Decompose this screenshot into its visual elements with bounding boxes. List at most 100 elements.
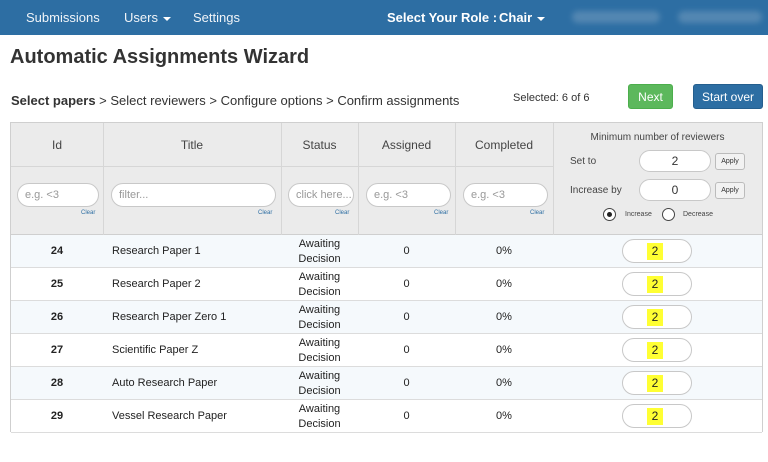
caret-down-icon	[537, 16, 546, 21]
step-select-reviewers: Select reviewers	[110, 93, 206, 108]
min-reviewers-value: 2	[647, 276, 663, 293]
paper-status: Awaiting Decision	[298, 304, 341, 331]
paper-status: Awaiting Decision	[298, 337, 341, 364]
min-reviewers-value: 2	[647, 408, 663, 425]
step-configure-options: Configure options	[220, 93, 323, 108]
paper-id: 25	[50, 278, 64, 290]
header-status[interactable]: Status	[281, 138, 358, 152]
paper-id: 24	[50, 245, 64, 257]
caret-down-icon	[162, 16, 171, 21]
status-filter-clear-link[interactable]: Clear	[335, 210, 349, 216]
paper-id: 28	[50, 377, 64, 389]
paper-title: Research Paper 1	[112, 245, 201, 257]
nav-submissions[interactable]: Submissions	[26, 0, 100, 35]
paper-id: 26	[50, 311, 64, 323]
id-filter-input[interactable]: e.g. <3	[17, 183, 99, 207]
nav-settings[interactable]: Settings	[193, 0, 240, 35]
paper-assigned-count: 0	[403, 377, 410, 389]
decrease-radio[interactable]	[662, 208, 675, 221]
table-row[interactable]: 29 Vessel Research Paper Awaiting Decision…	[11, 400, 762, 433]
set-to-label: Set to	[570, 156, 597, 167]
step-confirm-assignments: Confirm assignments	[337, 93, 460, 108]
role-dropdown[interactable]: Chair	[499, 0, 546, 35]
nav-users-label: Users	[124, 10, 158, 25]
min-reviewers-input[interactable]: 2	[622, 404, 692, 428]
paper-id: 27	[50, 344, 64, 356]
id-filter-clear-link[interactable]: Clear	[81, 210, 95, 216]
min-reviewers-input[interactable]: 2	[622, 239, 692, 263]
status-filter-input[interactable]: click here...	[288, 183, 354, 207]
paper-assigned-count: 0	[403, 245, 410, 257]
wizard-steps: Select papers > Select reviewers > Confi…	[11, 93, 459, 108]
increase-radio[interactable]	[603, 208, 616, 221]
paper-status: Awaiting Decision	[298, 271, 341, 298]
redacted-account	[678, 11, 762, 23]
paper-status: Awaiting Decision	[298, 238, 341, 265]
step-separator: >	[205, 93, 221, 108]
top-navbar: Submissions Users Settings Select Your R…	[0, 0, 768, 35]
step-separator: >	[95, 93, 111, 108]
min-reviewers-input[interactable]: 2	[622, 305, 692, 329]
header-divider	[11, 166, 553, 167]
paper-completed-percent: 0%	[496, 311, 512, 323]
min-reviewers-value: 2	[647, 243, 663, 260]
assigned-filter-clear-link[interactable]: Clear	[434, 210, 448, 216]
min-reviewers-input[interactable]: 2	[622, 338, 692, 362]
paper-assigned-count: 0	[403, 410, 410, 422]
set-to-apply-button[interactable]: Apply	[715, 153, 745, 170]
paper-title: Auto Research Paper	[112, 377, 218, 389]
paper-id: 29	[50, 410, 64, 422]
paper-completed-percent: 0%	[496, 278, 512, 290]
min-reviewers-input[interactable]: 2	[622, 371, 692, 395]
paper-completed-percent: 0%	[496, 410, 512, 422]
table-row[interactable]: 27 Scientific Paper Z Awaiting Decision 0 0%…	[11, 334, 762, 367]
set-to-input[interactable]: 2	[639, 150, 711, 172]
paper-title: Research Paper 2	[112, 278, 201, 290]
increase-by-apply-button[interactable]: Apply	[715, 182, 745, 199]
page-title: Automatic Assignments Wizard	[10, 46, 310, 68]
paper-completed-percent: 0%	[496, 377, 512, 389]
table-row[interactable]: 24 Research Paper 1 Awaiting Decision 0 0% 2	[11, 235, 762, 268]
paper-title: Vessel Research Paper	[112, 410, 227, 422]
start-over-button[interactable]: Start over	[693, 84, 763, 109]
header-completed[interactable]: Completed	[455, 138, 553, 152]
paper-assigned-count: 0	[403, 278, 410, 290]
increase-by-label: Increase by	[570, 185, 622, 196]
table-row[interactable]: 28 Auto Research Paper Awaiting Decision 0 0…	[11, 367, 762, 400]
table-row[interactable]: 26 Research Paper Zero 1 Awaiting Decision…	[11, 301, 762, 334]
next-button[interactable]: Next	[628, 84, 673, 109]
min-reviewers-value: 2	[647, 342, 663, 359]
min-reviewers-input[interactable]: 2	[622, 272, 692, 296]
paper-status: Awaiting Decision	[298, 403, 341, 430]
redacted-username	[572, 11, 660, 23]
role-label: Select Your Role :	[387, 10, 498, 25]
completed-filter-clear-link[interactable]: Clear	[530, 210, 544, 216]
paper-completed-percent: 0%	[496, 344, 512, 356]
completed-filter-input[interactable]: e.g. <3	[463, 183, 548, 207]
header-assigned[interactable]: Assigned	[358, 138, 455, 152]
paper-title: Scientific Paper Z	[112, 344, 199, 356]
title-filter-input[interactable]: filter...	[111, 183, 276, 207]
header-title[interactable]: Title	[103, 138, 281, 152]
header-id[interactable]: Id	[11, 138, 103, 152]
paper-assigned-count: 0	[403, 311, 410, 323]
assigned-filter-input[interactable]: e.g. <3	[366, 183, 451, 207]
step-select-papers: Select papers	[11, 93, 96, 108]
step-separator: >	[322, 93, 338, 108]
increase-radio-label: Increase	[625, 211, 652, 218]
paper-title: Research Paper Zero 1	[112, 311, 227, 323]
papers-table: Id Title Status Assigned Completed e.g. …	[10, 122, 763, 433]
nav-users-dropdown[interactable]: Users	[124, 0, 171, 35]
min-reviewers-title: Minimum number of reviewers	[590, 132, 725, 143]
title-filter-clear-link[interactable]: Clear	[258, 210, 272, 216]
selected-count: Selected: 6 of 6	[513, 92, 590, 104]
min-reviewers-value: 2	[647, 309, 663, 326]
paper-completed-percent: 0%	[496, 245, 512, 257]
increase-by-input[interactable]: 0	[639, 179, 711, 201]
role-value: Chair	[499, 10, 533, 25]
paper-assigned-count: 0	[403, 344, 410, 356]
table-row[interactable]: 25 Research Paper 2 Awaiting Decision 0 0% 2	[11, 268, 762, 301]
min-reviewers-value: 2	[647, 375, 663, 392]
decrease-radio-label: Decrease	[683, 211, 713, 218]
paper-status: Awaiting Decision	[298, 370, 341, 397]
